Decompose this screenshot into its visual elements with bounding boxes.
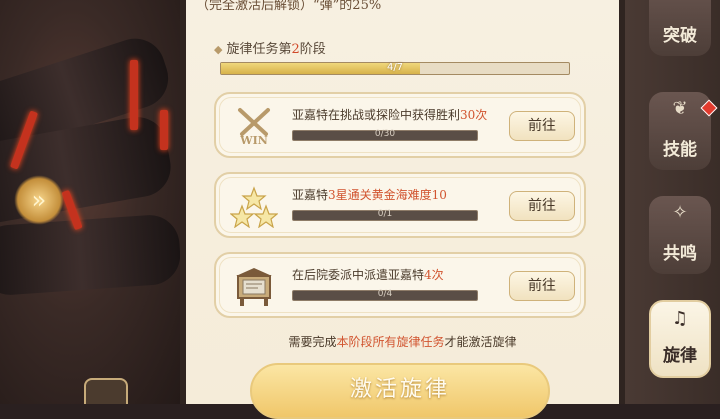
character-art: »: [0, 0, 180, 404]
tab-label: 旋律: [663, 346, 697, 366]
task-progress-label: 0/30: [374, 129, 396, 139]
tab-label: 突破: [663, 26, 697, 46]
task-card: WIN 亚嘉特在挑战或探险中获得胜利30次 0/30 前往: [214, 92, 586, 158]
notice-text: 才能激活旋律: [444, 335, 517, 349]
stage-title-suffix: 阶段: [299, 42, 326, 57]
diamond-icon: ◆: [214, 43, 223, 56]
red-stripe: [160, 110, 168, 150]
tab-resonance[interactable]: ✧ 共鸣: [649, 196, 711, 274]
win-label: WIN: [239, 134, 268, 147]
stage-progress-bar: 4/7: [220, 62, 570, 75]
unlock-note: （完全激活后解锁）“弹”的25%: [196, 0, 382, 13]
stage-title-prefix: 旋律任务第: [226, 42, 292, 57]
arrow-emblem-icon: »: [14, 175, 64, 225]
stage-progress-label: 4/7: [386, 62, 404, 73]
tab-skill[interactable]: ❦ 技能: [649, 92, 718, 170]
task-card: 在后院委派中派遣亚嘉特4次 0/4 前往: [214, 252, 586, 318]
win-swords-icon: WIN: [230, 104, 278, 148]
stage-number: 2: [291, 42, 300, 57]
red-stripe: [130, 60, 138, 130]
go-button[interactable]: 前往: [509, 271, 575, 301]
task-desc-highlight: 3星通关黄金海难度10: [328, 188, 447, 202]
task-card: 亚嘉特3星通关黄金海难度10 0/1 前往: [214, 172, 586, 238]
notice-text: 需要完成: [288, 335, 337, 349]
task-progress-bar: 0/1: [292, 209, 478, 221]
task-desc-highlight: 30次: [460, 108, 488, 122]
go-button[interactable]: 前往: [509, 191, 575, 221]
melody-icon: ♫: [671, 308, 689, 329]
task-desc-text: 亚嘉特: [292, 188, 329, 202]
house-icon[interactable]: [84, 378, 128, 404]
task-progress-bar: 0/30: [292, 129, 478, 141]
melody-task-panel: （完全激活后解锁）“弹”的25% ◆ 旋律任务第2阶段 4/7 WIN 亚嘉特在挑…: [180, 0, 625, 419]
task-description: 在后院委派中派遣亚嘉特4次: [292, 266, 444, 283]
task-desc-text: 在后院委派中派遣亚嘉特: [292, 268, 425, 282]
coil-segment: [0, 213, 180, 297]
stage-title: ◆ 旋律任务第2阶段: [214, 38, 326, 57]
task-desc-highlight: 4次: [424, 268, 444, 282]
breakthrough-icon: ✦: [649, 0, 711, 5]
task-description: 亚嘉特在挑战或探险中获得胜利30次: [292, 106, 487, 123]
go-button[interactable]: 前往: [509, 111, 575, 141]
tab-breakthrough[interactable]: ✦ 突破: [649, 0, 711, 56]
tab-melody[interactable]: ♫ 旋律: [649, 300, 711, 378]
task-description: 亚嘉特3星通关黄金海难度10: [292, 186, 447, 203]
activation-notice: 需要完成本阶段所有旋律任务才能激活旋律: [186, 333, 619, 350]
three-stars-icon: [229, 184, 279, 229]
task-progress-label: 0/4: [377, 289, 393, 299]
task-progress-label: 0/1: [377, 209, 393, 219]
house-board-icon: [230, 264, 278, 308]
tab-label: 技能: [663, 140, 697, 160]
right-nav: ✦ 突破 ❦ 技能 ✧ 共鸣 ♫ 旋律: [625, 0, 720, 404]
task-progress-bar: 0/4: [292, 289, 478, 301]
task-desc-text: 亚嘉特在挑战或探险中获得胜利: [292, 108, 461, 122]
resonance-icon: ✧: [672, 202, 688, 223]
notice-highlight: 本阶段所有旋律任务: [336, 335, 445, 349]
tab-label: 共鸣: [663, 244, 697, 264]
activate-melody-button[interactable]: 激活旋律: [250, 363, 550, 419]
